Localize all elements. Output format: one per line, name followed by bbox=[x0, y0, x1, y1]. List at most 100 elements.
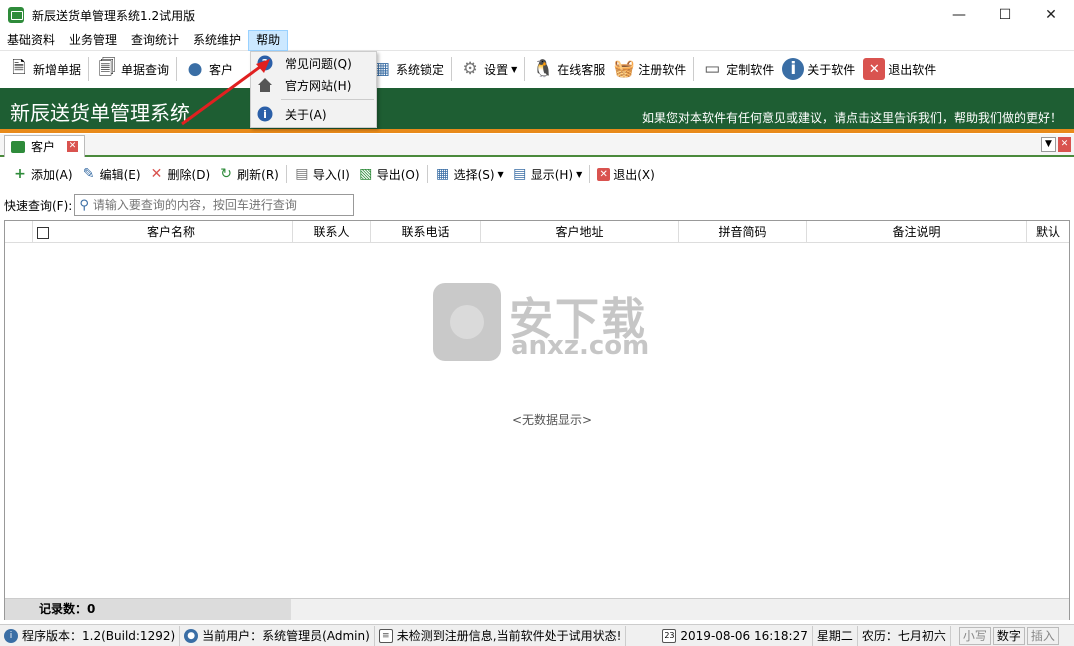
column-header[interactable]: 客户地址 bbox=[481, 221, 679, 243]
message-icon: ≡ bbox=[378, 628, 393, 643]
watermark-icon bbox=[433, 283, 501, 361]
customer-grid: 客户名称 联系人 联系电话 客户地址 拼音简码 备注说明 默认 安下载 anxz… bbox=[4, 220, 1070, 620]
column-header[interactable]: 客户名称 bbox=[147, 225, 195, 239]
online-service-button[interactable]: 🐧 在线客服 bbox=[528, 54, 609, 84]
doc-search-icon: 🗐 bbox=[98, 57, 116, 78]
tab-customers[interactable]: 客户 ✕ bbox=[4, 135, 86, 157]
exit-icon: ✕ bbox=[597, 167, 611, 181]
select-all-header[interactable]: 客户名称 bbox=[33, 221, 293, 243]
export-icon: ▧ bbox=[359, 166, 373, 182]
action-toolbar: + 添加(A) ✎ 编辑(E) ✕ 删除(D) ↻ 刷新(R) ▤ 导入(I) ▧ 导出(O… bbox=[0, 162, 1074, 186]
watermark: 安下载 anxz.com bbox=[433, 283, 653, 363]
main-toolbar: 🗎 新增单据 🗐 单据查询 ● 客户 ▦ 系统锁定 ⚙ 设置 ▼ 🐧 在线客服 🧺 注册软件 ▭… bbox=[0, 52, 1074, 86]
import-icon: ▤ bbox=[295, 166, 309, 182]
column-header[interactable]: 拼音简码 bbox=[679, 221, 807, 243]
info-icon: i bbox=[4, 628, 18, 643]
exit-software-button[interactable]: ✕ 退出软件 bbox=[859, 54, 940, 84]
add-button[interactable]: + 添加(A) bbox=[8, 166, 77, 183]
menu-query-stats[interactable]: 查询统计 bbox=[124, 30, 186, 51]
select-icon: ▦ bbox=[435, 166, 450, 182]
faq-menu-item[interactable]: ? 常见问题(Q) bbox=[251, 52, 376, 74]
quick-search-row: 快速查询(F): ⚲ bbox=[0, 193, 1074, 217]
app-icon bbox=[8, 7, 24, 23]
truck-icon bbox=[11, 140, 25, 153]
search-input[interactable] bbox=[92, 198, 343, 212]
tab-strip: 客户 ✕ ▼ ✕ bbox=[0, 134, 1074, 157]
menu-system-maintenance[interactable]: 系统维护 bbox=[186, 30, 248, 51]
select-all-checkbox[interactable] bbox=[37, 226, 49, 239]
window-icon: ▭ bbox=[704, 59, 721, 79]
basket-icon: 🧺 bbox=[613, 59, 635, 79]
about-menu-item[interactable]: i 关于(A) bbox=[251, 103, 376, 125]
refresh-icon: ↻ bbox=[220, 166, 232, 182]
tab-close-all-button[interactable]: ✕ bbox=[1058, 137, 1071, 152]
help-dropdown: ? 常见问题(Q) 官方网站(H) i 关于(A) bbox=[250, 51, 377, 128]
exit-icon: ✕ bbox=[863, 58, 886, 80]
gear-icon: ⚙ bbox=[462, 59, 478, 79]
edit-button[interactable]: ✎ 编辑(E) bbox=[77, 166, 145, 183]
banner-accent-line bbox=[0, 129, 1074, 133]
watermark-sub: anxz.com bbox=[511, 331, 650, 361]
status-bar: i 程序版本：1.2(Build:1292) ● 当前用户：系统管理员(Admin)… bbox=[0, 624, 1074, 646]
export-button[interactable]: ▧ 导出(O) bbox=[354, 166, 424, 183]
plus-icon: + bbox=[14, 166, 26, 182]
banner: 新辰送货单管理系统 如果您对本软件有任何意见或建议，请点击这里告诉我们，帮助我们… bbox=[0, 88, 1074, 129]
maximize-button[interactable]: ☐ bbox=[982, 0, 1028, 30]
display-button[interactable]: ▤ 显示(H) ▼ bbox=[508, 166, 587, 183]
weekday-status: 星期二 bbox=[813, 625, 858, 646]
register-status: ≡ 未检测到注册信息,当前软件处于试用状态! bbox=[375, 625, 627, 646]
tab-close-icon[interactable]: ✕ bbox=[67, 141, 79, 152]
about-software-button[interactable]: i 关于软件 bbox=[778, 54, 859, 84]
edit-icon: ✎ bbox=[82, 166, 95, 182]
numlock-indicator: 数字 bbox=[992, 626, 1025, 645]
column-header[interactable]: 联系电话 bbox=[371, 221, 481, 243]
user-status: ● 当前用户：系统管理员(Admin) bbox=[180, 625, 375, 646]
search-icon: ⚲ bbox=[79, 197, 89, 213]
search-box: ⚲ bbox=[74, 194, 355, 216]
banner-title: 新辰送货单管理系统 bbox=[10, 101, 190, 125]
lock-button[interactable]: ▦ 系统锁定 bbox=[367, 54, 448, 84]
tab-list-button[interactable]: ▼ bbox=[1041, 137, 1056, 152]
new-doc-icon: 🗎 bbox=[12, 57, 26, 78]
exit-button[interactable]: ✕ 退出(X) bbox=[593, 166, 659, 183]
menu-basic-data[interactable]: 基础资料 bbox=[0, 30, 62, 51]
datetime-status: 23 2019-08-06 16:18:27 bbox=[658, 625, 813, 646]
import-button[interactable]: ▤ 导入(I) bbox=[290, 166, 354, 183]
feedback-link[interactable]: 如果您对本软件有任何意见或建议，请点击这里告诉我们，帮助我们做的更好！ bbox=[642, 109, 1062, 126]
refresh-button[interactable]: ↻ 刷新(R) bbox=[214, 166, 283, 183]
menu-help[interactable]: 帮助 bbox=[248, 29, 289, 51]
info-icon: i bbox=[257, 106, 273, 122]
column-header[interactable]: 默认 bbox=[1027, 221, 1069, 243]
window-title: 新辰送货单管理系统1.2试用版 bbox=[32, 8, 196, 23]
home-icon bbox=[257, 77, 273, 93]
settings-button[interactable]: ⚙ 设置 ▼ bbox=[455, 54, 521, 84]
calendar-icon: 23 bbox=[662, 628, 677, 643]
column-header[interactable]: 联系人 bbox=[293, 221, 371, 243]
user-icon: ● bbox=[184, 628, 199, 643]
website-menu-item[interactable]: 官方网站(H) bbox=[251, 74, 376, 96]
lunar-status: 农历：七月初六 bbox=[858, 625, 951, 646]
info-icon: i bbox=[782, 58, 805, 80]
version-status: i 程序版本：1.2(Build:1292) bbox=[0, 625, 181, 646]
menu-bar: 基础资料 业务管理 查询统计 系统维护 帮助 bbox=[0, 29, 1074, 51]
insert-indicator: 插入 bbox=[1026, 626, 1059, 645]
column-header[interactable]: 备注说明 bbox=[807, 221, 1027, 243]
empty-message: <无数据显示> bbox=[511, 413, 593, 427]
menu-business[interactable]: 业务管理 bbox=[62, 30, 124, 51]
quick-search-label: 快速查询(F): bbox=[4, 198, 73, 213]
record-count: 记录数：0 bbox=[5, 599, 291, 620]
doc-search-button[interactable]: 🗐 单据查询 bbox=[92, 54, 173, 84]
custom-software-button[interactable]: ▭ 定制软件 bbox=[697, 54, 778, 84]
display-icon: ▤ bbox=[513, 166, 527, 182]
select-button[interactable]: ▦ 选择(S) ▼ bbox=[431, 166, 508, 183]
close-button[interactable]: ✕ bbox=[1028, 0, 1074, 30]
customers-button[interactable]: ● 客户 bbox=[180, 54, 237, 84]
qq-icon: 🐧 bbox=[532, 59, 554, 79]
delete-button[interactable]: ✕ 删除(D) bbox=[145, 166, 215, 183]
grid-header: 客户名称 联系人 联系电话 客户地址 拼音简码 备注说明 默认 bbox=[5, 221, 1069, 243]
minimize-button[interactable]: — bbox=[936, 0, 982, 30]
svg-text:?: ? bbox=[262, 57, 268, 70]
register-button[interactable]: 🧺 注册软件 bbox=[609, 54, 690, 84]
new-doc-button[interactable]: 🗎 新增单据 bbox=[4, 54, 85, 84]
title-bar: 新辰送货单管理系统1.2试用版 — ☐ ✕ bbox=[0, 0, 1074, 30]
